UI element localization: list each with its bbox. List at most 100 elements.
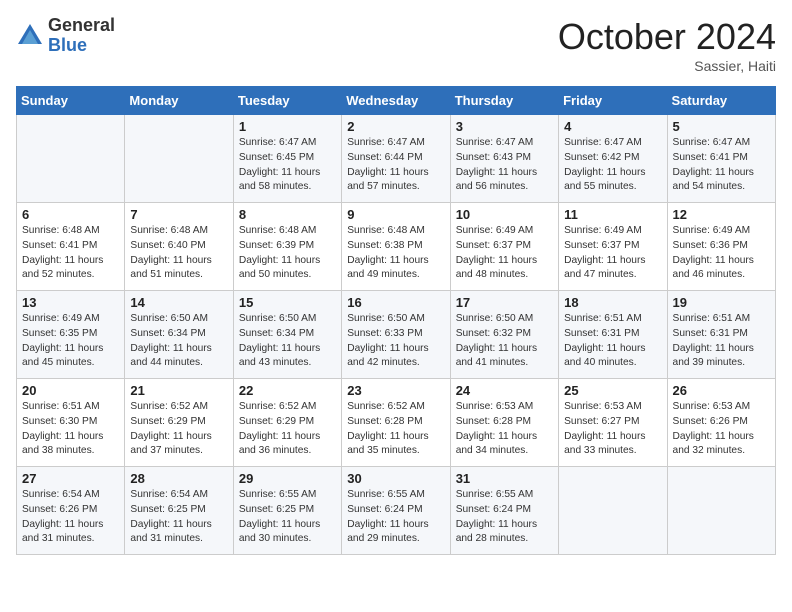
calendar-cell: 3 Sunrise: 6:47 AM Sunset: 6:43 PM Daylig… <box>450 115 558 203</box>
week-row-3: 13 Sunrise: 6:49 AM Sunset: 6:35 PM Dayli… <box>17 291 776 379</box>
day-info: Sunrise: 6:47 AM Sunset: 6:45 PM Dayligh… <box>239 136 336 195</box>
day-number: 28 <box>130 471 227 486</box>
calendar-cell: 2 Sunrise: 6:47 AM Sunset: 6:44 PM Daylig… <box>342 115 450 203</box>
calendar-cell: 7 Sunrise: 6:48 AM Sunset: 6:40 PM Daylig… <box>125 203 233 291</box>
day-info: Sunrise: 6:54 AM Sunset: 6:26 PM Dayligh… <box>22 488 119 547</box>
location: Sassier, Haiti <box>558 58 776 74</box>
calendar-cell: 22 Sunrise: 6:52 AM Sunset: 6:29 PM Dayli… <box>233 379 341 467</box>
header-friday: Friday <box>559 87 667 115</box>
day-number: 4 <box>564 119 661 134</box>
month-title: October 2024 <box>558 16 776 58</box>
calendar-cell: 31Sunrise: 6:55 AM Sunset: 6:24 PM Dayli… <box>450 467 558 555</box>
calendar-cell: 19 Sunrise: 6:51 AM Sunset: 6:31 PM Dayli… <box>667 291 775 379</box>
calendar-cell: 9 Sunrise: 6:48 AM Sunset: 6:38 PM Daylig… <box>342 203 450 291</box>
week-row-2: 6 Sunrise: 6:48 AM Sunset: 6:41 PM Daylig… <box>17 203 776 291</box>
day-number: 19 <box>673 295 770 310</box>
day-info: Sunrise: 6:53 AM Sunset: 6:28 PM Dayligh… <box>456 400 553 459</box>
title-area: October 2024 Sassier, Haiti <box>558 16 776 74</box>
day-number: 2 <box>347 119 444 134</box>
day-info: Sunrise: 6:47 AM Sunset: 6:44 PM Dayligh… <box>347 136 444 195</box>
calendar-cell: 13 Sunrise: 6:49 AM Sunset: 6:35 PM Dayli… <box>17 291 125 379</box>
calendar-cell: 8Sunrise: 6:48 AM Sunset: 6:39 PM Daylig… <box>233 203 341 291</box>
day-info: Sunrise: 6:55 AM Sunset: 6:24 PM Dayligh… <box>456 488 553 547</box>
logo-icon <box>16 22 44 50</box>
day-info: Sunrise: 6:50 AM Sunset: 6:33 PM Dayligh… <box>347 312 444 371</box>
day-number: 27 <box>22 471 119 486</box>
day-number: 12 <box>673 207 770 222</box>
day-number: 3 <box>456 119 553 134</box>
day-info: Sunrise: 6:48 AM Sunset: 6:41 PM Dayligh… <box>22 224 119 283</box>
calendar-cell <box>559 467 667 555</box>
logo-general: General <box>48 16 115 36</box>
day-info: Sunrise: 6:47 AM Sunset: 6:41 PM Dayligh… <box>673 136 770 195</box>
calendar-cell: 12Sunrise: 6:49 AM Sunset: 6:36 PM Dayli… <box>667 203 775 291</box>
calendar-cell: 27 Sunrise: 6:54 AM Sunset: 6:26 PM Dayli… <box>17 467 125 555</box>
day-info: Sunrise: 6:53 AM Sunset: 6:27 PM Dayligh… <box>564 400 661 459</box>
day-info: Sunrise: 6:55 AM Sunset: 6:25 PM Dayligh… <box>239 488 336 547</box>
day-number: 10 <box>456 207 553 222</box>
week-row-1: 1 Sunrise: 6:47 AM Sunset: 6:45 PM Daylig… <box>17 115 776 203</box>
day-number: 24 <box>456 383 553 398</box>
day-info: Sunrise: 6:51 AM Sunset: 6:30 PM Dayligh… <box>22 400 119 459</box>
day-number: 7 <box>130 207 227 222</box>
calendar-cell: 5 Sunrise: 6:47 AM Sunset: 6:41 PM Daylig… <box>667 115 775 203</box>
day-number: 14 <box>130 295 227 310</box>
header-monday: Monday <box>125 87 233 115</box>
day-info: Sunrise: 6:55 AM Sunset: 6:24 PM Dayligh… <box>347 488 444 547</box>
day-number: 13 <box>22 295 119 310</box>
header-tuesday: Tuesday <box>233 87 341 115</box>
day-number: 23 <box>347 383 444 398</box>
day-number: 22 <box>239 383 336 398</box>
header-saturday: Saturday <box>667 87 775 115</box>
calendar-cell <box>667 467 775 555</box>
calendar-cell: 23 Sunrise: 6:52 AM Sunset: 6:28 PM Dayli… <box>342 379 450 467</box>
day-info: Sunrise: 6:52 AM Sunset: 6:29 PM Dayligh… <box>130 400 227 459</box>
logo-text: General Blue <box>48 16 115 56</box>
day-info: Sunrise: 6:54 AM Sunset: 6:25 PM Dayligh… <box>130 488 227 547</box>
calendar-cell <box>17 115 125 203</box>
day-info: Sunrise: 6:50 AM Sunset: 6:34 PM Dayligh… <box>130 312 227 371</box>
day-info: Sunrise: 6:52 AM Sunset: 6:29 PM Dayligh… <box>239 400 336 459</box>
calendar-cell: 28 Sunrise: 6:54 AM Sunset: 6:25 PM Dayli… <box>125 467 233 555</box>
logo: General Blue <box>16 16 115 56</box>
calendar-cell: 15Sunrise: 6:50 AM Sunset: 6:34 PM Dayli… <box>233 291 341 379</box>
calendar-cell: 11Sunrise: 6:49 AM Sunset: 6:37 PM Dayli… <box>559 203 667 291</box>
day-info: Sunrise: 6:49 AM Sunset: 6:37 PM Dayligh… <box>456 224 553 283</box>
day-info: Sunrise: 6:49 AM Sunset: 6:37 PM Dayligh… <box>564 224 661 283</box>
header-thursday: Thursday <box>450 87 558 115</box>
day-number: 26 <box>673 383 770 398</box>
day-info: Sunrise: 6:52 AM Sunset: 6:28 PM Dayligh… <box>347 400 444 459</box>
calendar-cell: 20 Sunrise: 6:51 AM Sunset: 6:30 PM Dayli… <box>17 379 125 467</box>
day-info: Sunrise: 6:47 AM Sunset: 6:43 PM Dayligh… <box>456 136 553 195</box>
calendar-cell: 25Sunrise: 6:53 AM Sunset: 6:27 PM Dayli… <box>559 379 667 467</box>
calendar-cell: 30 Sunrise: 6:55 AM Sunset: 6:24 PM Dayli… <box>342 467 450 555</box>
day-info: Sunrise: 6:48 AM Sunset: 6:40 PM Dayligh… <box>130 224 227 283</box>
week-row-4: 20 Sunrise: 6:51 AM Sunset: 6:30 PM Dayli… <box>17 379 776 467</box>
day-info: Sunrise: 6:51 AM Sunset: 6:31 PM Dayligh… <box>673 312 770 371</box>
calendar-cell: 21Sunrise: 6:52 AM Sunset: 6:29 PM Dayli… <box>125 379 233 467</box>
day-number: 18 <box>564 295 661 310</box>
day-info: Sunrise: 6:49 AM Sunset: 6:35 PM Dayligh… <box>22 312 119 371</box>
day-info: Sunrise: 6:53 AM Sunset: 6:26 PM Dayligh… <box>673 400 770 459</box>
logo-blue: Blue <box>48 36 115 56</box>
day-number: 5 <box>673 119 770 134</box>
calendar-cell: 10 Sunrise: 6:49 AM Sunset: 6:37 PM Dayli… <box>450 203 558 291</box>
calendar-cell: 18Sunrise: 6:51 AM Sunset: 6:31 PM Dayli… <box>559 291 667 379</box>
header-wednesday: Wednesday <box>342 87 450 115</box>
calendar-cell: 24 Sunrise: 6:53 AM Sunset: 6:28 PM Dayli… <box>450 379 558 467</box>
day-info: Sunrise: 6:47 AM Sunset: 6:42 PM Dayligh… <box>564 136 661 195</box>
day-number: 30 <box>347 471 444 486</box>
day-number: 17 <box>456 295 553 310</box>
day-number: 20 <box>22 383 119 398</box>
calendar-cell: 26 Sunrise: 6:53 AM Sunset: 6:26 PM Dayli… <box>667 379 775 467</box>
day-info: Sunrise: 6:50 AM Sunset: 6:34 PM Dayligh… <box>239 312 336 371</box>
day-number: 6 <box>22 207 119 222</box>
calendar-cell: 14 Sunrise: 6:50 AM Sunset: 6:34 PM Dayli… <box>125 291 233 379</box>
day-number: 9 <box>347 207 444 222</box>
day-number: 8 <box>239 207 336 222</box>
calendar-cell: 29Sunrise: 6:55 AM Sunset: 6:25 PM Dayli… <box>233 467 341 555</box>
page-header: General Blue October 2024 Sassier, Haiti <box>16 16 776 74</box>
day-info: Sunrise: 6:50 AM Sunset: 6:32 PM Dayligh… <box>456 312 553 371</box>
day-info: Sunrise: 6:48 AM Sunset: 6:38 PM Dayligh… <box>347 224 444 283</box>
day-number: 1 <box>239 119 336 134</box>
